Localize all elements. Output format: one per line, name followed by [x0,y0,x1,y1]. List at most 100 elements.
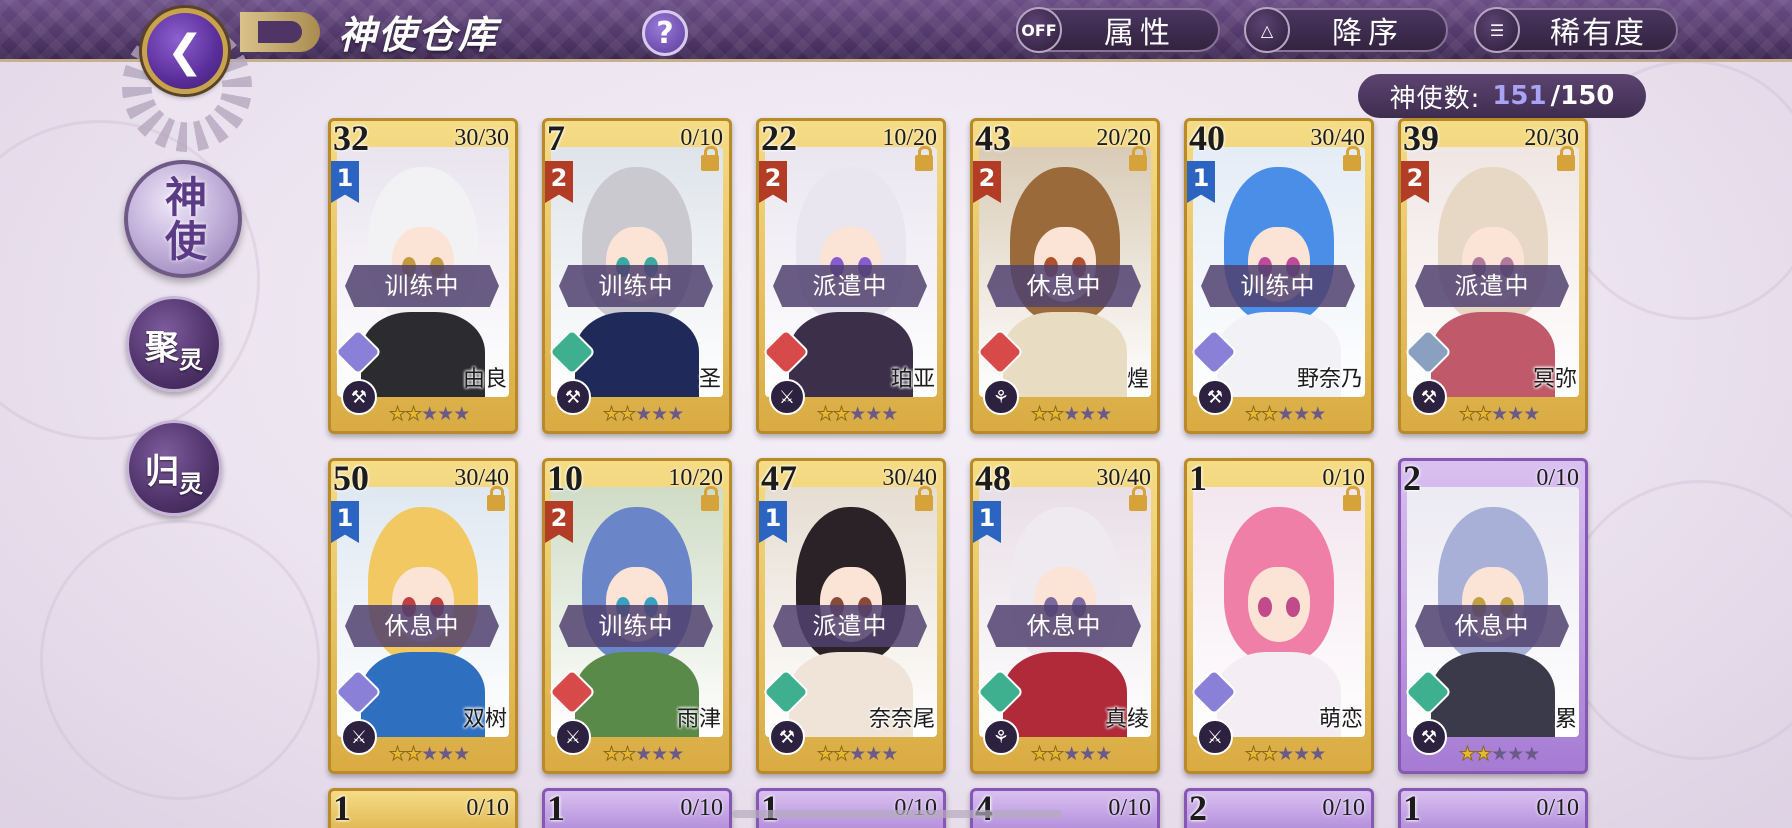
character-name: 野奈乃 [1296,367,1363,392]
star-rating: ★★★★★ [1244,743,1326,766]
horn-weapon-icon: ⚘ [983,379,1019,415]
character-name: 雨津 [676,707,721,732]
character-card[interactable]: 1 0/10 [1398,788,1588,828]
character-card[interactable]: 43 20/20 2 休息中 ⚘ 煌 ★★★★★ [970,118,1160,434]
claw-weapon-icon: ⚒ [341,379,377,415]
nav-guiling-tab[interactable]: 归 灵 [126,420,222,516]
lock-icon[interactable] [701,486,719,511]
lock-icon[interactable] [1343,146,1361,171]
sword-weapon-icon: ⚔ [555,719,591,755]
nav-jueling-sub: 灵 [179,344,203,374]
status-label: 休息中 [987,265,1141,307]
character-card[interactable]: 2 0/10 [1184,788,1374,828]
character-card[interactable]: 22 10/20 2 派遣中 ⚔ 珀亚 ★★★★★ [756,118,946,434]
character-card[interactable]: 4 0/10 [970,788,1160,828]
back-button[interactable]: ❮ [142,8,228,94]
star-icon: ★ [1261,403,1279,426]
card-exp: 0/10 [466,795,509,821]
off-toggle-icon: OFF [1016,7,1062,53]
star-icon: ★ [1507,403,1524,425]
card-exp: 30/30 [454,125,509,151]
character-card[interactable]: 39 20/30 2 派遣中 ⚒ 冥弥 ★★★★★ [1398,118,1588,434]
count-current: 151 [1492,81,1547,111]
card-level: 43 [975,118,1011,158]
lock-icon[interactable] [1557,146,1575,171]
character-card[interactable]: 48 30/40 1 休息中 ⚘ 真绫 ★★★★★ [970,458,1160,774]
card-level: 2 [1189,788,1207,828]
card-level: 4 [975,788,993,828]
lock-icon[interactable] [701,146,719,171]
character-name: 奈奈尾 [868,707,935,732]
character-card[interactable]: 1 0/10 ⚔ 萌恋 ★★★★★ [1184,458,1374,774]
character-card[interactable]: 1 0/10 [328,788,518,828]
character-card[interactable]: 47 30/40 1 派遣中 ⚒ 奈奈尾 ★★★★★ [756,458,946,774]
card-level: 40 [1189,118,1225,158]
status-label: 休息中 [1415,605,1569,647]
star-icon: ★ [833,743,851,766]
nav-jueling-tab[interactable]: 聚 灵 [126,296,222,392]
sort-by-button[interactable]: ☰ 稀有度 [1474,7,1678,53]
card-level: 7 [547,118,565,158]
character-card[interactable]: 32 30/30 1 训练中 ⚒ 由良 ★★★★★ [328,118,518,434]
star-rating: ★★★★★ [602,403,684,426]
count-badge: 神使数: 151 /150 [1358,74,1646,118]
star-rating: ★★★★★ [388,403,470,426]
star-icon: ★ [1030,743,1048,766]
character-name: 萌恋 [1318,707,1363,732]
character-name: 圣 [698,367,721,392]
star-icon: ★ [1277,403,1294,425]
star-icon: ★ [1095,743,1112,765]
star-icon: ★ [1458,743,1476,766]
star-rating: ★★★★★ [1458,403,1540,426]
lock-icon[interactable] [915,146,933,171]
attribute-filter-button[interactable]: OFF 属性 [1016,7,1220,53]
lock-icon[interactable] [487,486,505,511]
character-card[interactable]: 1 0/10 [756,788,946,828]
star-icon: ★ [388,403,406,426]
sword-weapon-icon: ⚔ [1197,719,1233,755]
character-card[interactable]: 50 30/40 1 休息中 ⚔ 双树 ★★★★★ [328,458,518,774]
star-icon: ★ [1458,403,1476,426]
star-icon: ★ [602,403,620,426]
star-icon: ★ [1309,403,1326,425]
attribute-filter-label: 属性 [1104,16,1176,51]
nav-jueling-main: 聚 [145,327,179,368]
character-card[interactable]: 40 30/40 1 训练中 ⚒ 野奈乃 ★★★★★ [1184,118,1374,434]
claw-weapon-icon: ⚒ [1411,719,1447,755]
status-label: 训练中 [559,605,713,647]
star-rating: ★★★★★ [1030,403,1112,426]
star-icon: ★ [1095,403,1112,425]
nav-shenshi-tab[interactable]: 神使 [124,160,242,278]
star-icon: ★ [881,403,898,425]
status-label: 训练中 [1201,265,1355,307]
help-button[interactable]: ? [642,10,688,56]
character-card[interactable]: 10 10/20 2 训练中 ⚔ 雨津 ★★★★★ [542,458,732,774]
star-icon: ★ [881,743,898,765]
scroll-indicator[interactable] [732,810,1062,818]
portrait-body [575,312,699,397]
bg-circle-decoration [1560,480,1792,760]
status-label: 训练中 [345,265,499,307]
status-label: 派遣中 [773,605,927,647]
claw-weapon-icon: ⚒ [555,379,591,415]
claw-weapon-icon: ⚒ [1411,379,1447,415]
sort-order-button[interactable]: △ 降序 [1244,7,1448,53]
lock-icon[interactable] [1129,146,1147,171]
portrait-face [1248,567,1310,642]
lock-icon[interactable] [1343,486,1361,511]
star-rating: ★★★★★ [388,743,470,766]
card-level: 2 [1403,458,1421,498]
sort-order-label: 降序 [1332,16,1404,51]
lock-icon[interactable] [1129,486,1147,511]
character-card[interactable]: 2 0/10 休息中 ⚒ 累 ★★★★★ [1398,458,1588,774]
character-card[interactable]: 7 0/10 2 训练中 ⚒ 圣 ★★★★★ [542,118,732,434]
lock-icon[interactable] [915,486,933,511]
card-level: 10 [547,458,583,498]
card-level: 1 [761,788,779,828]
star-icon: ★ [1030,403,1048,426]
card-level: 48 [975,458,1011,498]
star-icon: ★ [1277,743,1294,765]
star-icon: ★ [635,403,652,425]
portrait-body [1003,312,1127,397]
character-card[interactable]: 1 0/10 [542,788,732,828]
